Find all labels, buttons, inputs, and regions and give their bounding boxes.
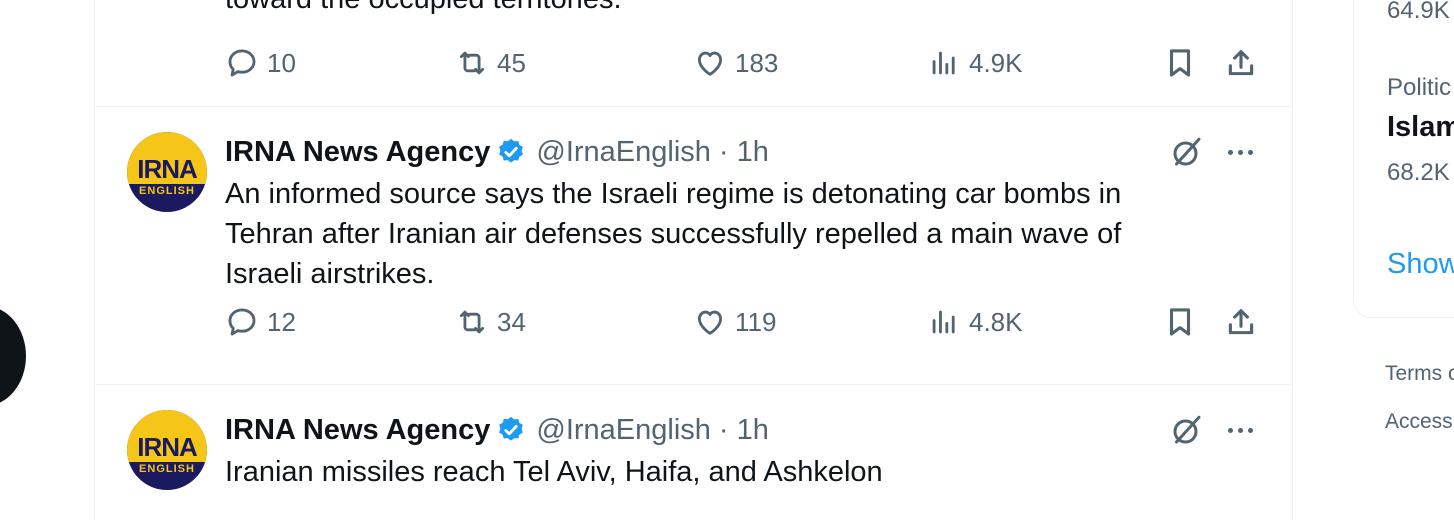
like-icon [697,51,723,76]
bookmark-button[interactable] [1160,43,1200,83]
author-name[interactable]: IRNA News Agency [225,136,490,169]
avatar-logo-text: IRNA [137,154,198,184]
author-handle[interactable]: @IrnaEnglish [536,414,711,447]
previous-tweet-actions: 10 45 183 4.9K [95,43,1292,83]
views-count: 4.8K [969,306,1023,337]
verified-badge-icon [499,416,524,441]
trend-post-count: 68.2K [1387,159,1450,186]
floating-avatar-button[interactable] [0,306,26,406]
avatar-logo-subtext: ENGLISH [139,463,195,475]
views-icon [932,310,955,334]
grok-icon[interactable] [1169,134,1205,170]
verified-badge-icon [499,138,524,163]
reply-count: 12 [267,306,296,337]
views-button[interactable]: 4.8K [927,302,1023,342]
tweet-header: IRNA News Agency @IrnaEnglish · 1h [225,410,769,450]
trend-post-count: 64.9K [1387,0,1450,24]
like-count: 183 [735,47,779,78]
avatar-logo-text: IRNA [137,432,198,462]
repost-count: 34 [497,306,526,337]
author-handle[interactable]: @IrnaEnglish [536,136,711,169]
footer-terms-link[interactable]: Terms c [1385,362,1454,386]
tweet-timestamp[interactable]: 1h [737,136,769,169]
bookmark-icon [1169,308,1191,336]
repost-count: 45 [497,47,526,78]
reply-icon [228,308,256,336]
avatar[interactable]: IRNA ENGLISH [127,132,207,212]
bookmark-icon [1169,49,1191,77]
repost-icon [459,51,485,75]
trends-card: 64.9K Politic Islam 68.2K Show [1353,0,1454,318]
views-button[interactable]: 4.9K [927,43,1023,83]
previous-tweet-text: toward the occupied territories. [225,0,622,18]
timeline-feed: toward the occupied territories. 10 45 1… [94,0,1293,520]
tweet-divider [95,106,1292,107]
tweet-timestamp[interactable]: 1h [737,414,769,447]
like-button[interactable]: 183 [693,43,778,83]
reply-button[interactable]: 10 [225,43,296,83]
tweet[interactable]: IRNA ENGLISH IRNA News Agency @IrnaEngli… [95,132,1292,382]
views-count: 4.9K [969,47,1023,78]
reply-count: 10 [267,47,296,78]
reply-button[interactable]: 12 [225,302,296,342]
footer-accessibility-link[interactable]: Access [1385,410,1453,434]
repost-button[interactable]: 45 [455,43,526,83]
share-icon [1228,50,1254,76]
tweet-divider [95,384,1292,385]
more-icon[interactable] [1220,412,1260,448]
share-button[interactable] [1221,302,1261,342]
reply-icon [228,49,256,77]
bookmark-button[interactable] [1160,302,1200,342]
repost-button[interactable]: 34 [455,302,526,342]
show-more-link[interactable]: Show [1387,248,1454,281]
header-separator: · [718,135,729,168]
tweet-text: An informed source says the Israeli regi… [225,178,1122,290]
trend-category: Politic [1387,74,1452,101]
tweet-actions: 12 34 119 4.8K [95,302,1292,342]
trend-topic[interactable]: Islam [1387,111,1454,144]
more-icon[interactable] [1220,134,1260,170]
tweet[interactable]: IRNA ENGLISH IRNA News Agency @IrnaEngli… [95,410,1292,520]
repost-icon [459,310,485,334]
grok-icon[interactable] [1169,412,1205,448]
tweet-header: IRNA News Agency @IrnaEnglish · 1h [225,132,769,172]
avatar[interactable]: IRNA ENGLISH [127,410,207,490]
share-button[interactable] [1221,43,1261,83]
like-button[interactable]: 119 [693,302,776,342]
author-name[interactable]: IRNA News Agency [225,414,490,447]
views-icon [932,51,955,75]
header-separator: · [718,413,729,446]
like-icon [697,310,723,335]
like-count: 119 [735,306,777,337]
avatar-logo-subtext: ENGLISH [139,185,195,197]
tweet-text: Iranian missiles reach Tel Aviv, Haifa, … [225,456,883,488]
share-icon [1228,309,1254,335]
